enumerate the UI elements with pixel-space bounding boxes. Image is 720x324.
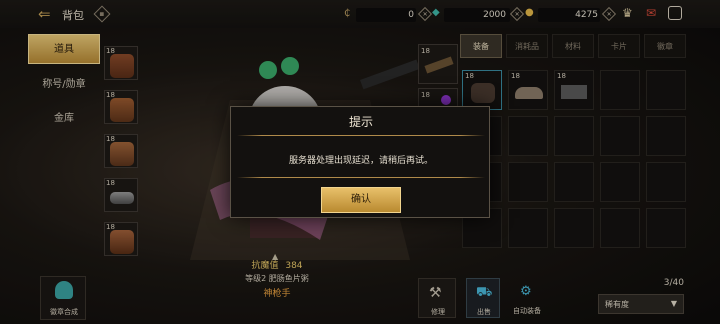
alert-dialog: 提示 服务器处理出现延迟，请稍后再试。 确认: [230, 106, 490, 218]
dialog-title: 提示: [348, 115, 373, 129]
game-inventory-screen: ⇐ 背包 ◆ ₵ 0 + ◆ 2000 + ● 4275 + ♛ ✉ 道具 称号…: [0, 0, 720, 324]
dialog-message: 服务器处理出现延迟，请稍后再试。: [288, 156, 433, 166]
dialog-divider-top: [237, 135, 485, 136]
dialog-divider-bottom: [237, 177, 485, 178]
confirm-button[interactable]: 确认: [321, 187, 401, 213]
